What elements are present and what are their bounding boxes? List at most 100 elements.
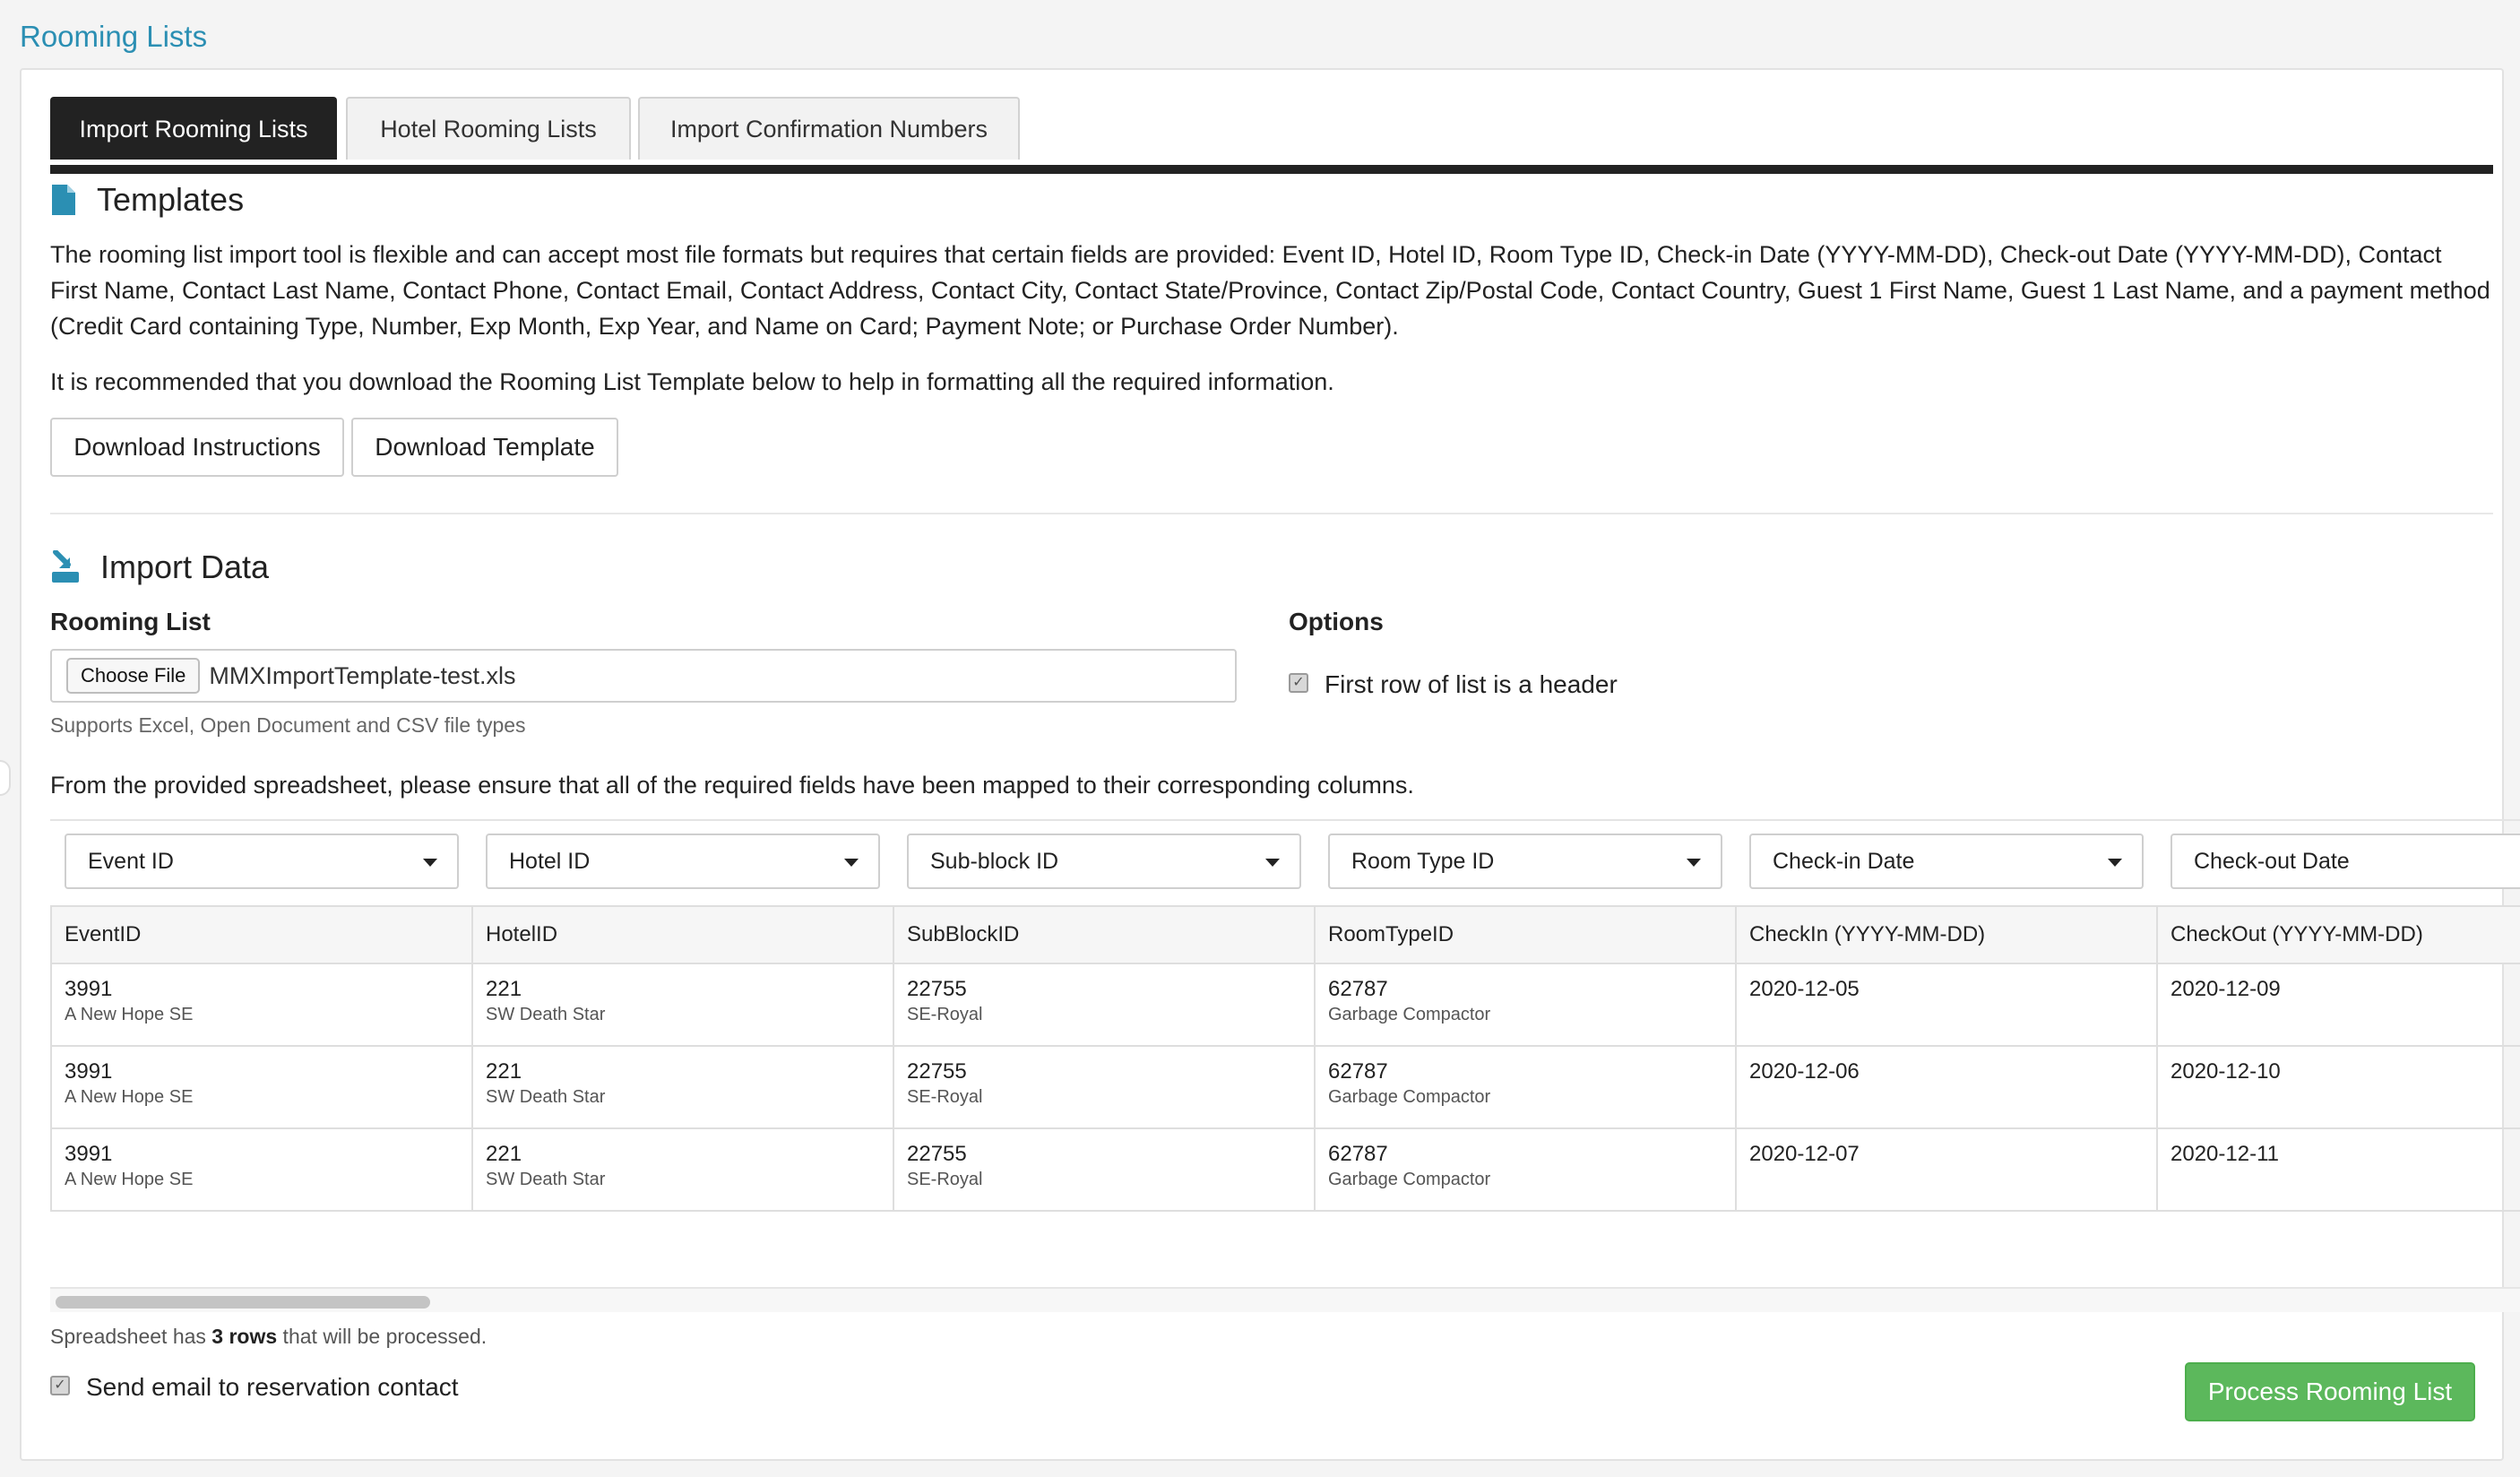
scrollbar-thumb[interactable] <box>56 1296 430 1309</box>
mapping-instruction: From the provided spreadsheet, please en… <box>50 772 1414 799</box>
table-cell: 2020-12-07 <box>1735 1127 2158 1212</box>
rooming-list-file-input[interactable]: Choose File MMXImportTemplate-test.xls <box>50 649 1237 703</box>
download-instructions-button[interactable]: Download Instructions <box>50 418 344 477</box>
table-cell: 221 SW Death Star <box>471 1127 894 1212</box>
column-header: HotelID <box>471 905 894 964</box>
cell-subtext: Garbage Compactor <box>1328 1005 1491 1024</box>
header-row-option-label: First row of list is a header <box>1325 670 1618 698</box>
tab-bar: Import Rooming Lists Hotel Rooming Lists… <box>50 97 2493 174</box>
caret-down-icon <box>1265 859 1280 867</box>
templates-title: Templates <box>97 181 245 218</box>
select-value: Event ID <box>88 848 174 874</box>
rooming-list-label: Rooming List <box>50 608 211 635</box>
table-cell: 3991 A New Hope SE <box>50 963 473 1047</box>
cell-subtext: Garbage Compactor <box>1328 1087 1491 1107</box>
side-collapse-handle[interactable] <box>0 760 11 796</box>
column-header: CheckIn (YYYY-MM-DD) <box>1735 905 2158 964</box>
templates-heading: Templates <box>50 181 244 219</box>
checkmark-icon: ✓ <box>1292 675 1305 690</box>
selected-file-name: MMXImportTemplate-test.xls <box>209 661 516 689</box>
caret-down-icon <box>423 859 437 867</box>
select-value: Sub-block ID <box>930 848 1059 874</box>
cell-subtext: SE-Royal <box>907 1005 983 1024</box>
table-header-row: EventID HotelID SubBlockID RoomTypeID Ch… <box>50 905 2520 964</box>
table-cell: 22755 SE-Royal <box>893 1127 1316 1212</box>
select-value: Room Type ID <box>1351 848 1495 874</box>
table-cell: 2020-12-06 <box>1735 1045 2158 1129</box>
page-title: Rooming Lists <box>20 20 208 53</box>
map-select-check-in-date[interactable]: Check-in Date <box>1749 834 2144 889</box>
cell-value: 2020-12-09 <box>2170 977 2281 1001</box>
send-email-checkbox[interactable]: ✓ <box>50 1376 70 1395</box>
table-cell: 22755 SE-Royal <box>893 963 1316 1047</box>
select-value: Hotel ID <box>509 848 591 874</box>
tab-import-confirmation-numbers[interactable]: Import Confirmation Numbers <box>638 97 1020 160</box>
table-cell: 22755 SE-Royal <box>893 1045 1316 1129</box>
options-label: Options <box>1289 608 1384 635</box>
cell-value: 22755 <box>907 1142 967 1166</box>
cell-value: 62787 <box>1328 1059 1388 1084</box>
cell-value: 2020-12-07 <box>1749 1142 1860 1166</box>
spreadsheet-preview-table: EventID HotelID SubBlockID RoomTypeID Ch… <box>50 905 2520 1212</box>
process-rooming-list-button[interactable]: Process Rooming List <box>2185 1362 2475 1421</box>
map-select-sub-block-id[interactable]: Sub-block ID <box>907 834 1301 889</box>
tab-hotel-rooming-lists[interactable]: Hotel Rooming Lists <box>346 97 631 160</box>
cell-value: 2020-12-06 <box>1749 1059 1860 1084</box>
map-select-hotel-id[interactable]: Hotel ID <box>486 834 880 889</box>
map-select-check-out-date[interactable]: Check-out Date <box>2170 834 2520 889</box>
cell-value: 221 <box>486 1142 522 1166</box>
header-row-checkbox[interactable]: ✓ <box>1289 673 1308 693</box>
caret-down-icon <box>844 859 859 867</box>
table-cell: 2020-12-10 <box>2156 1045 2520 1129</box>
cell-value: 221 <box>486 1059 522 1084</box>
cell-value: 62787 <box>1328 977 1388 1001</box>
rows-note-suffix: that will be processed. <box>277 1325 488 1348</box>
import-data-heading: Import Data <box>50 548 269 586</box>
rows-processed-note: Spreadsheet has 3 rows that will be proc… <box>50 1325 487 1349</box>
caret-down-icon <box>2108 859 2122 867</box>
cell-subtext: SW Death Star <box>486 1005 606 1024</box>
table-cell: 62787 Garbage Compactor <box>1314 1045 1737 1129</box>
cell-subtext: SE-Royal <box>907 1087 983 1107</box>
cell-value: 221 <box>486 977 522 1001</box>
rows-note-prefix: Spreadsheet has <box>50 1325 212 1348</box>
import-data-title: Import Data <box>100 548 270 585</box>
cell-value: 2020-12-05 <box>1749 977 1860 1001</box>
cell-subtext: A New Hope SE <box>65 1170 194 1189</box>
table-row: 3991 A New Hope SE 221 SW Death Star 22755… <box>50 963 2520 1047</box>
cell-subtext: A New Hope SE <box>65 1005 194 1024</box>
cell-subtext: SW Death Star <box>486 1087 606 1107</box>
cell-value: 2020-12-10 <box>2170 1059 2281 1084</box>
templates-description: The rooming list import tool is flexible… <box>50 241 2490 340</box>
select-value: Check-out Date <box>2194 848 2350 874</box>
column-header: SubBlockID <box>893 905 1316 964</box>
tab-import-rooming-lists[interactable]: Import Rooming Lists <box>50 97 337 160</box>
cell-subtext: Garbage Compactor <box>1328 1170 1491 1189</box>
send-email-label: Send email to reservation contact <box>86 1373 459 1401</box>
map-select-event-id[interactable]: Event ID <box>65 834 459 889</box>
column-header: RoomTypeID <box>1314 905 1737 964</box>
mapping-grid: Event ID Hotel ID Sub-block ID Room Type… <box>50 819 2520 1312</box>
table-cell: 3991 A New Hope SE <box>50 1127 473 1212</box>
horizontal-scrollbar[interactable] <box>50 1287 2520 1312</box>
cell-value: 3991 <box>65 977 113 1001</box>
table-row: 3991 A New Hope SE 221 SW Death Star 22755… <box>50 1045 2520 1129</box>
table-cell: 62787 Garbage Compactor <box>1314 963 1737 1047</box>
table-cell: 62787 Garbage Compactor <box>1314 1127 1737 1212</box>
file-types-help: Supports Excel, Open Document and CSV fi… <box>50 713 526 737</box>
cell-value: 22755 <box>907 1059 967 1084</box>
file-icon <box>50 183 77 217</box>
table-cell: 2020-12-11 <box>2156 1127 2520 1212</box>
templates-recommendation: It is recommended that you download the … <box>50 368 1334 395</box>
select-value: Check-in Date <box>1773 848 1915 874</box>
cell-value: 3991 <box>65 1142 113 1166</box>
download-template-button[interactable]: Download Template <box>351 418 618 477</box>
table-row: 3991 A New Hope SE 221 SW Death Star 22755… <box>50 1127 2520 1212</box>
cell-value: 2020-12-11 <box>2170 1142 2279 1166</box>
map-select-room-type-id[interactable]: Room Type ID <box>1328 834 1722 889</box>
cell-subtext: SW Death Star <box>486 1170 606 1189</box>
grid-top-border <box>50 819 2520 821</box>
cell-value: 62787 <box>1328 1142 1388 1166</box>
choose-file-button[interactable]: Choose File <box>66 658 201 694</box>
main-panel: Import Rooming Lists Hotel Rooming Lists… <box>20 68 2520 1461</box>
